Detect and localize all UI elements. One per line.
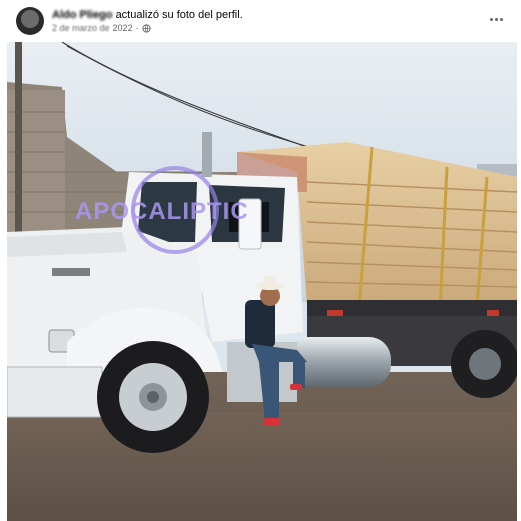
more-options-icon[interactable] [487,12,505,26]
author-avatar[interactable] [16,7,44,35]
post-date[interactable]: 2 de marzo de [52,23,110,33]
profile-photo[interactable]: APOCALIPTIC [7,42,517,521]
post-card: Aldo Pliego actualizó su foto del perfil… [0,0,521,521]
meta-separator: · [135,23,139,33]
author-name[interactable]: Aldo Pliego [52,9,113,21]
post-date-year[interactable]: 2022 [113,23,133,33]
globe-icon [141,23,151,33]
post-meta: 2 de marzo de 2022 · [52,23,151,33]
watermark-text: APOCALIPTIC [75,198,249,225]
post-action-text: actualizó su foto del perfil. [115,9,243,21]
avatar-face [21,10,39,28]
post-header: Aldo Pliego actualizó su foto del perfil… [0,0,521,42]
author-line: Aldo Pliego actualizó su foto del perfil… [52,9,243,21]
truck-photo-illustration [7,42,517,521]
